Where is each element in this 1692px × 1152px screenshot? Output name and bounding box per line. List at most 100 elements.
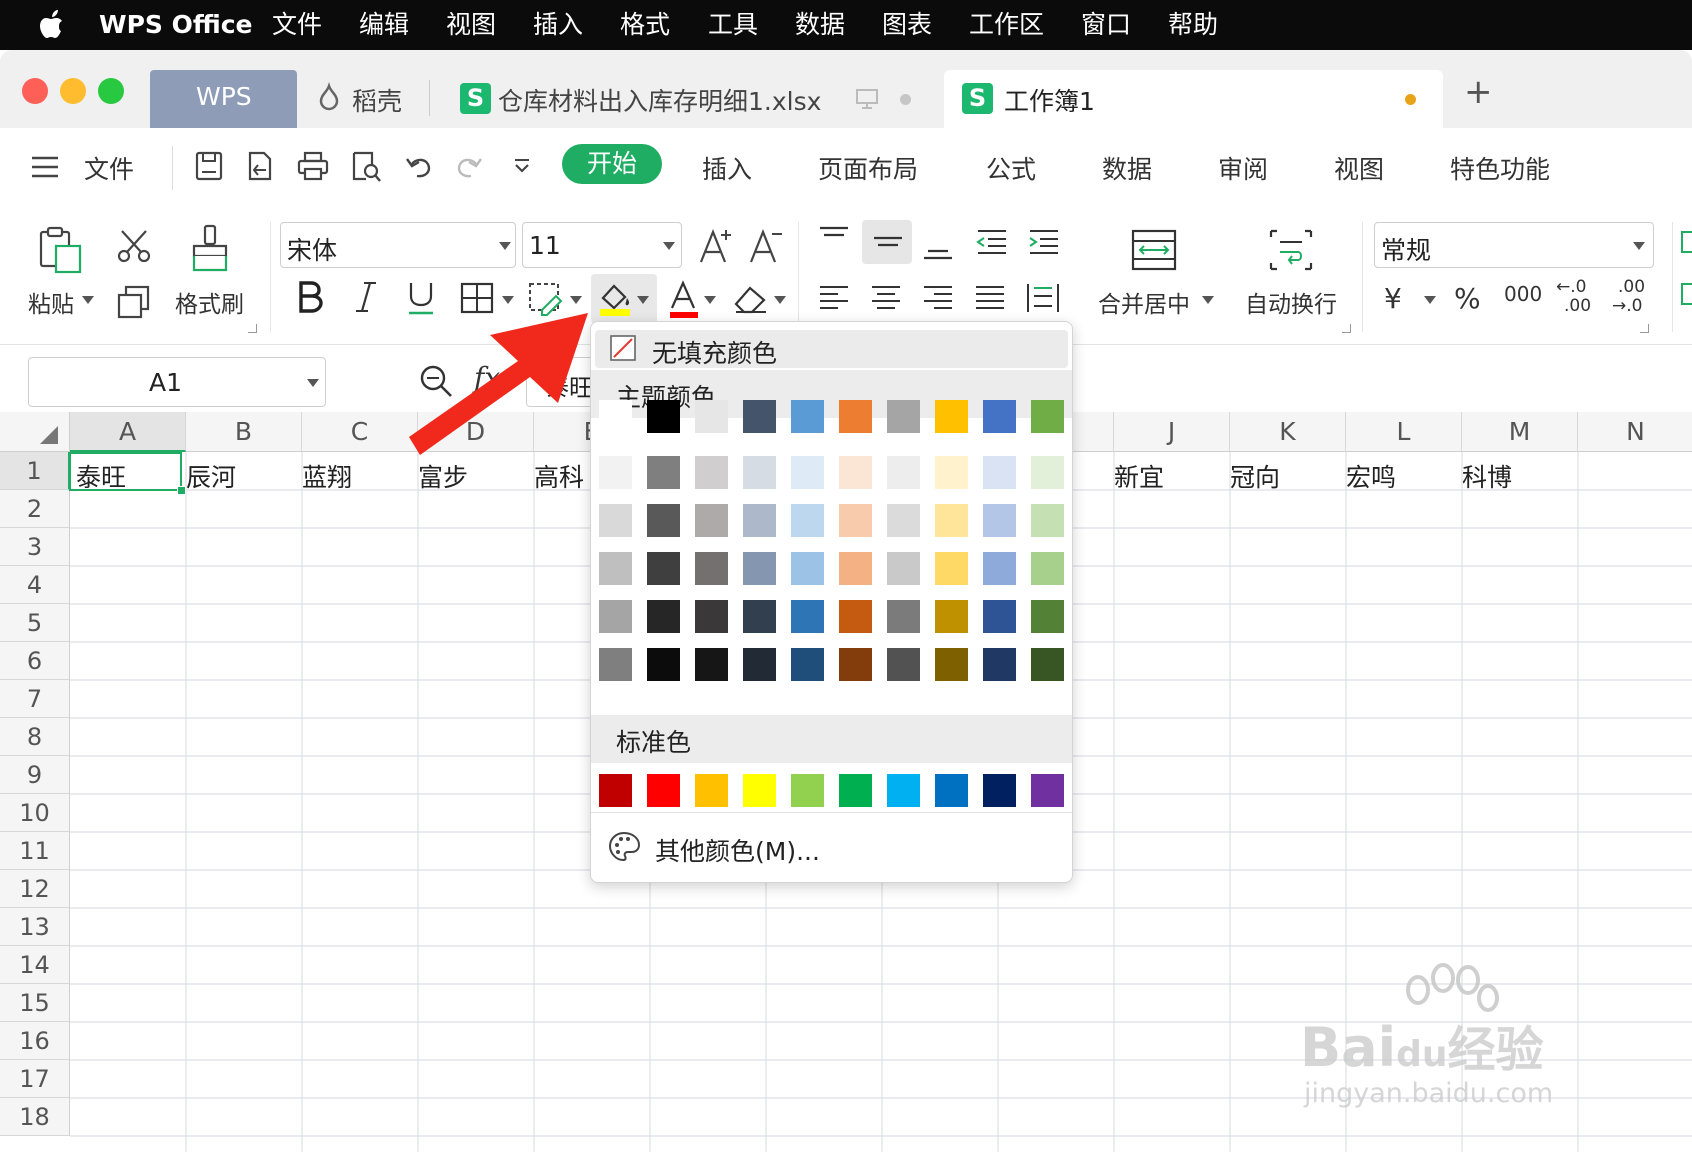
row-header-6[interactable]: 6 [0, 642, 70, 680]
theme-color-swatch[interactable] [1031, 552, 1064, 585]
currency-dropdown-icon[interactable] [1424, 296, 1436, 304]
menu-workspace[interactable]: 工作区 [969, 0, 1044, 50]
align-top-icon[interactable] [818, 226, 850, 252]
theme-color-swatch[interactable] [599, 552, 632, 585]
merge-center-label[interactable]: 合并居中 [1098, 285, 1190, 319]
standard-color-swatch[interactable] [599, 774, 632, 807]
name-box[interactable]: A1 [28, 357, 326, 407]
theme-color-swatch[interactable] [599, 600, 632, 633]
copy-icon[interactable] [116, 284, 152, 320]
theme-color-swatch[interactable] [887, 600, 920, 633]
cell-B1[interactable]: 辰河 [186, 458, 236, 494]
theme-color-swatch[interactable] [695, 600, 728, 633]
column-header-B[interactable]: B [186, 412, 302, 452]
theme-color-swatch[interactable] [743, 456, 776, 489]
theme-color-swatch[interactable] [983, 504, 1016, 537]
cell-style-dropdown-icon[interactable] [570, 296, 582, 304]
row-header-11[interactable]: 11 [0, 832, 70, 870]
redo-icon[interactable] [454, 152, 484, 180]
theme-color-swatch[interactable] [1031, 648, 1064, 681]
apple-icon[interactable] [36, 8, 70, 42]
increase-font-size-icon[interactable] [698, 226, 734, 266]
menu-insert[interactable]: 插入 [533, 0, 583, 50]
theme-color-swatch[interactable] [1031, 400, 1064, 433]
row-header-17[interactable]: 17 [0, 1060, 70, 1098]
menu-tools[interactable]: 工具 [708, 0, 758, 50]
align-left-icon[interactable] [818, 284, 850, 312]
theme-color-swatch[interactable] [839, 400, 872, 433]
theme-color-swatch[interactable] [647, 400, 680, 433]
format-painter-label[interactable]: 格式刷 [175, 285, 244, 319]
paste-icon[interactable] [38, 226, 84, 274]
theme-color-swatch[interactable] [839, 504, 872, 537]
format-painter-icon[interactable] [190, 224, 230, 274]
column-header-L[interactable]: L [1346, 412, 1462, 452]
standard-color-swatch[interactable] [983, 774, 1016, 807]
decrease-decimal-button[interactable]: .00 →.0 [1612, 278, 1645, 316]
print-icon[interactable] [296, 150, 330, 182]
theme-color-swatch[interactable] [647, 600, 680, 633]
increase-decimal-button[interactable]: ←.0 .00 [1556, 278, 1591, 316]
column-header-A[interactable]: A [70, 412, 186, 452]
standard-color-swatch[interactable] [743, 774, 776, 807]
font-color-icon[interactable] [668, 280, 700, 320]
theme-color-swatch[interactable] [935, 600, 968, 633]
standard-color-swatch[interactable] [1031, 774, 1064, 807]
row-header-7[interactable]: 7 [0, 680, 70, 718]
wrap-text-label[interactable]: 自动换行 [1245, 285, 1337, 319]
tab-page-layout[interactable]: 页面布局 [818, 150, 918, 186]
theme-color-swatch[interactable] [743, 504, 776, 537]
quick-access-more-icon[interactable] [512, 158, 532, 174]
theme-color-swatch[interactable] [599, 456, 632, 489]
theme-color-swatch[interactable] [647, 648, 680, 681]
theme-color-swatch[interactable] [983, 600, 1016, 633]
column-header-J[interactable]: J [1114, 412, 1230, 452]
no-fill-option[interactable]: 无填充颜色 [595, 330, 1068, 368]
theme-color-swatch[interactable] [1031, 504, 1064, 537]
tab-view[interactable]: 视图 [1334, 150, 1384, 186]
theme-color-swatch[interactable] [599, 504, 632, 537]
standard-color-swatch[interactable] [839, 774, 872, 807]
row-header-3[interactable]: 3 [0, 528, 70, 566]
tab-insert[interactable]: 插入 [702, 150, 752, 186]
row-header-14[interactable]: 14 [0, 946, 70, 984]
zoom-window-button[interactable] [98, 78, 124, 104]
theme-color-swatch[interactable] [599, 648, 632, 681]
align-middle-button[interactable] [862, 220, 912, 264]
row-header-1[interactable]: 1 [0, 452, 70, 490]
theme-color-swatch[interactable] [935, 504, 968, 537]
align-center-icon[interactable] [870, 284, 902, 312]
distributed-align-icon[interactable] [1026, 282, 1060, 314]
fill-color-button[interactable] [591, 274, 657, 324]
row-header-4[interactable]: 4 [0, 566, 70, 604]
theme-color-swatch[interactable] [695, 648, 728, 681]
tab-docer[interactable]: 稻壳 [300, 70, 425, 128]
row-header-12[interactable]: 12 [0, 870, 70, 908]
theme-color-swatch[interactable] [743, 400, 776, 433]
cell-M1[interactable]: 科博 [1462, 458, 1512, 494]
export-pdf-icon[interactable] [244, 150, 276, 182]
theme-color-swatch[interactable] [983, 648, 1016, 681]
theme-color-swatch[interactable] [839, 600, 872, 633]
menu-window[interactable]: 窗口 [1081, 0, 1131, 50]
theme-color-swatch[interactable] [743, 600, 776, 633]
select-all-corner[interactable] [0, 412, 70, 452]
decrease-indent-icon[interactable] [974, 228, 1008, 256]
standard-color-swatch[interactable] [935, 774, 968, 807]
theme-color-swatch[interactable] [599, 400, 632, 433]
justify-icon[interactable] [974, 284, 1006, 312]
tab-data[interactable]: 数据 [1102, 150, 1152, 186]
tab-start[interactable]: 开始 [562, 144, 662, 184]
font-color-dropdown-icon[interactable] [704, 296, 716, 304]
menu-file[interactable]: 文件 [272, 0, 322, 50]
cell-K1[interactable]: 冠向 [1230, 458, 1280, 494]
theme-color-swatch[interactable] [935, 400, 968, 433]
eraser-dropdown-icon[interactable] [774, 296, 786, 304]
row-header-16[interactable]: 16 [0, 1022, 70, 1060]
theme-color-swatch[interactable] [935, 648, 968, 681]
theme-color-swatch[interactable] [935, 456, 968, 489]
tab-file-inventory[interactable]: S 仓库材料出入库存明细1.xlsx [445, 70, 920, 128]
percent-format-button[interactable]: % [1454, 282, 1481, 315]
theme-color-swatch[interactable] [935, 552, 968, 585]
cell-C1[interactable]: 蓝翔 [302, 458, 352, 494]
